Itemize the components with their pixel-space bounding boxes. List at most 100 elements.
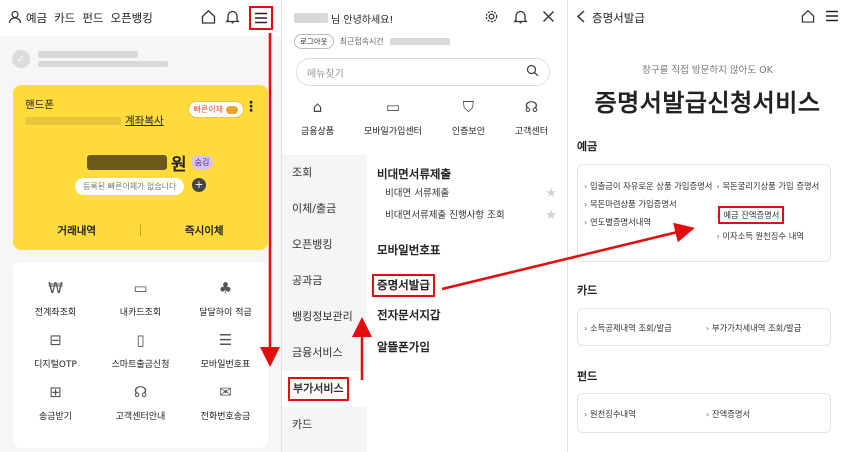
quick-menu-item[interactable]: ☊ 고객센터안내 <box>98 380 183 422</box>
shortcut-financial-products[interactable]: ⌂ 금융상품 <box>301 96 334 137</box>
category-inquiry[interactable]: 조회 <box>282 155 367 191</box>
category-transfer[interactable]: 이체/출금 <box>282 191 367 227</box>
menu-header: 님 안녕하세요! <box>282 0 567 36</box>
coin-search-icon: ₩ <box>48 279 63 297</box>
user-name-blurred <box>294 13 328 23</box>
cert-item[interactable]: 소득공제내역 조회/발급 <box>584 322 702 334</box>
quick-transfer-label: 빠른이체 <box>193 105 223 114</box>
cert-item[interactable]: 잔액증명서 <box>706 408 824 420</box>
category-open-banking[interactable]: 오픈뱅킹 <box>282 227 367 263</box>
submenu-mvno-signup[interactable]: 알뜰폰가입 <box>377 338 557 356</box>
cert-item[interactable]: 목돈굴리기상품 가입 증명서 <box>716 180 824 192</box>
category-banking-info[interactable]: 뱅킹정보관리 <box>282 299 367 335</box>
search-icon[interactable] <box>526 64 539 80</box>
quick-transfer-toggle[interactable]: 빠른이체 <box>187 101 244 118</box>
page-title: 증명서발급 <box>592 11 645 25</box>
profile-info-blurred <box>38 51 168 67</box>
card-actions: 거래내역 즉시이체 <box>13 223 268 238</box>
cert-item[interactable]: 원천징수내역 <box>584 408 702 420</box>
cert-item[interactable]: 이자소득 원천징수 내역 <box>716 230 824 242</box>
bank-logo-icon: ✓ <box>12 50 30 68</box>
menu-search-input[interactable]: 메뉴찾기 <box>296 58 550 86</box>
account-card[interactable]: 핸드폰 계좌복사 빠른이체 ⋮ 원 숨김 등록된 빠른이체가 없습니다 + 거래… <box>13 85 268 250</box>
shortcut-customer-center[interactable]: ☊ 고객센터 <box>515 96 548 137</box>
quick-menu-item[interactable]: ⊞ 송금받기 <box>13 380 98 422</box>
hide-balance-badge[interactable]: 숨김 <box>190 155 214 170</box>
quick-menu-item[interactable]: ₩ 전계좌조회 <box>13 276 98 318</box>
quick-transfer-empty-pill[interactable]: 등록된 빠른이체가 없습니다 <box>75 178 185 195</box>
laptop-icon: ▭ <box>385 98 401 116</box>
quick-menu-item[interactable]: ♣ 달달하이 적금 <box>183 276 268 318</box>
logout-button[interactable]: 로그아웃 <box>294 34 334 49</box>
headset-icon: ☊ <box>524 98 539 116</box>
fund-certificates-card: 원천징수내역 잔액증명서 <box>577 393 831 433</box>
balance-blurred <box>87 155 167 170</box>
quick-menu-item[interactable]: ⊟ 디지털OTP <box>13 328 98 370</box>
card-certificates-card: 소득공제내역 조회/발급 부가가치세내역 조회/발급 <box>577 308 831 346</box>
balance: 원 숨김 <box>87 150 214 175</box>
cert-item[interactable]: 목돈마련상품 가입증명서 <box>584 198 712 210</box>
submenu-remote-documents[interactable]: 비대면서류제출 <box>377 165 557 183</box>
instant-transfer-button[interactable]: 즉시이체 <box>141 223 269 238</box>
bell-icon[interactable] <box>513 9 528 28</box>
category-utility-bills[interactable]: 공과금 <box>282 263 367 299</box>
quick-menu-item[interactable]: ▯ 스마트출금신청 <box>98 328 183 370</box>
home-icon[interactable] <box>201 9 216 28</box>
category-additional-services[interactable]: 부가서비스 <box>282 371 367 407</box>
account-number-blurred <box>25 116 121 125</box>
submenu-e-document-wallet[interactable]: 전자문서지갑 <box>377 306 557 324</box>
submenu-mobile-ticket[interactable]: 모바일번호표 <box>377 241 557 259</box>
certificate-panel: 증명서발급 창구를 직접 방문하지 않아도 OK 증명서발급신청서비스 예금 입… <box>568 0 847 452</box>
quick-menu-item[interactable]: ✉ 전화번호송금 <box>183 380 268 422</box>
account-nickname: 핸드폰 <box>25 99 54 111</box>
close-icon[interactable] <box>542 9 555 27</box>
nav-open-banking[interactable]: 오픈뱅킹 <box>111 10 153 26</box>
hamburger-menu-button[interactable] <box>249 6 273 30</box>
back-icon[interactable] <box>576 10 586 26</box>
user-icon[interactable] <box>8 9 22 28</box>
last-login-blurred <box>389 38 450 45</box>
headset-icon: ☊ <box>133 383 148 401</box>
nav-deposit[interactable]: 예금 <box>26 10 47 26</box>
shortcut-security[interactable]: ⛉ 인증보안 <box>452 96 485 137</box>
profile-row: ✓ <box>0 36 281 82</box>
star-icon[interactable]: ★ <box>545 205 557 227</box>
category-financial-services[interactable]: 금융서비스 <box>282 335 367 371</box>
otp-device-icon: ⊟ <box>49 331 62 349</box>
gear-icon[interactable] <box>484 9 499 28</box>
submenu-certificate[interactable]: 증명서발급 <box>372 274 557 297</box>
home-icon[interactable] <box>801 9 815 27</box>
submenu-item[interactable]: 비대면서류제출 진행사항 조회 ★ <box>377 205 557 227</box>
submenu-item[interactable]: 비대면 서류제출 ★ <box>377 183 557 205</box>
hamburger-menu-icon[interactable] <box>825 10 839 26</box>
cert-item[interactable]: 입출금이 자유로운 상품 가입증명서 <box>584 180 712 192</box>
nav-card[interactable]: 카드 <box>54 10 75 26</box>
transaction-history-button[interactable]: 거래내역 <box>13 223 141 238</box>
receive-money-icon: ⊞ <box>49 383 62 401</box>
quick-menu-item[interactable]: ▭ 내카드조회 <box>98 276 183 318</box>
certificate-highlight: 증명서발급 <box>372 274 435 297</box>
nav-fund[interactable]: 펀드 <box>82 10 103 26</box>
category-nav: 조회 이체/출금 오픈뱅킹 공과금 뱅킹정보관리 금융서비스 부가서비스 카드 <box>282 155 367 452</box>
quick-menu-grid: ₩ 전계좌조회 ▭ 내카드조회 ♣ 달달하이 적금 ⊟ 디지털OTP ▯ 스마트출금신청 … <box>13 276 268 422</box>
page-subtitle: 창구를 직접 방문하지 않아도 OK <box>642 65 773 76</box>
cert-item[interactable]: 연도별증명서내역 <box>584 216 712 228</box>
category-card[interactable]: 카드 <box>282 407 367 443</box>
ticket-icon: ☰ <box>218 331 233 349</box>
bell-icon[interactable] <box>225 9 240 28</box>
shortcut-mobile-signup[interactable]: ▭ 모바일가입센터 <box>364 96 422 137</box>
cert-item[interactable]: 부가가치세내역 조회/발급 <box>706 322 824 334</box>
bank-icon: ⌂ <box>312 98 323 116</box>
star-icon[interactable]: ★ <box>545 183 557 205</box>
more-options-icon[interactable]: ⋮ <box>244 99 258 115</box>
toggle-switch-icon <box>226 105 238 114</box>
section-card-title: 카드 <box>577 284 598 297</box>
greeting-text: 님 안녕하세요! <box>331 14 394 26</box>
deposit-certificates-card: 입출금이 자유로운 상품 가입증명서 목돈마련상품 가입증명서 연도별증명서내역… <box>577 164 831 262</box>
phone-send-icon: ✉ <box>219 383 232 401</box>
deposit-balance-certificate[interactable]: 예금 잔액증명서 <box>716 206 824 224</box>
card-icon: ▭ <box>133 279 148 297</box>
quick-menu-item[interactable]: ☰ 모바일번호표 <box>183 328 268 370</box>
add-quick-transfer-icon[interactable]: + <box>192 178 206 192</box>
copy-account-link[interactable]: 계좌복사 <box>125 113 164 128</box>
